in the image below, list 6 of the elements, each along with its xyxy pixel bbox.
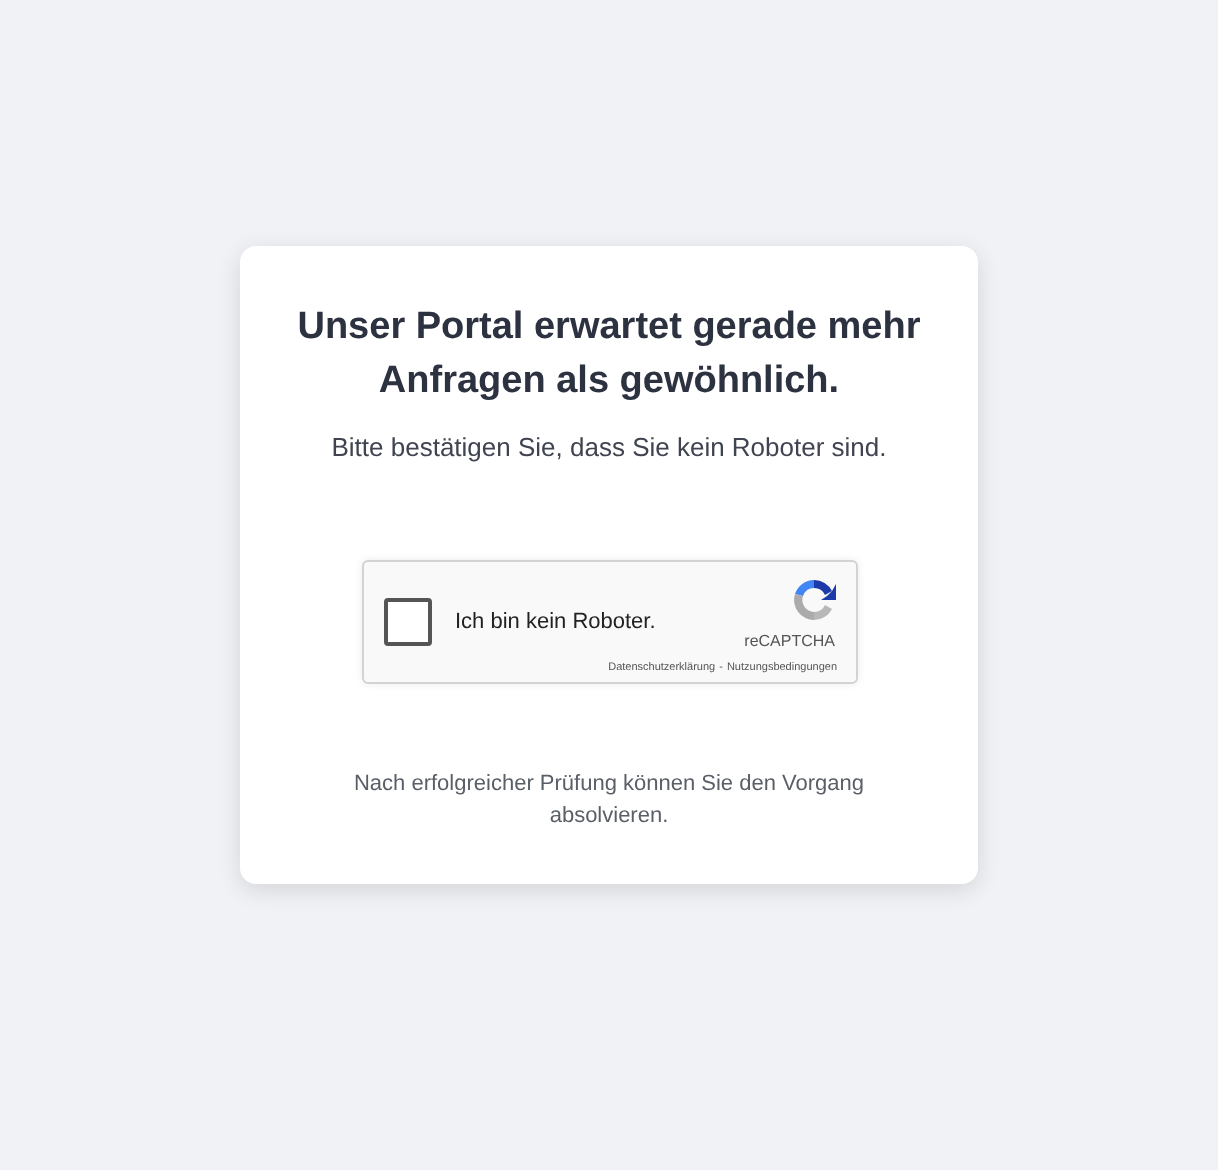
note-text: Nach erfolgreicher Prüfung können Sie den Vorgang absolvieren. bbox=[351, 770, 866, 832]
checkbox[interactable] bbox=[383, 598, 431, 646]
heading: Unser Portal erwartet gerade mehr Anfragen als gewöhnlich. bbox=[295, 304, 923, 406]
subtitle: Bitte bestätigen Sie, dass Sie kein Roboter sind. bbox=[331, 432, 887, 462]
brand-text: reCAPTCHA bbox=[744, 632, 835, 650]
checkbox-label: Ich bin kein Roboter. bbox=[455, 610, 658, 634]
